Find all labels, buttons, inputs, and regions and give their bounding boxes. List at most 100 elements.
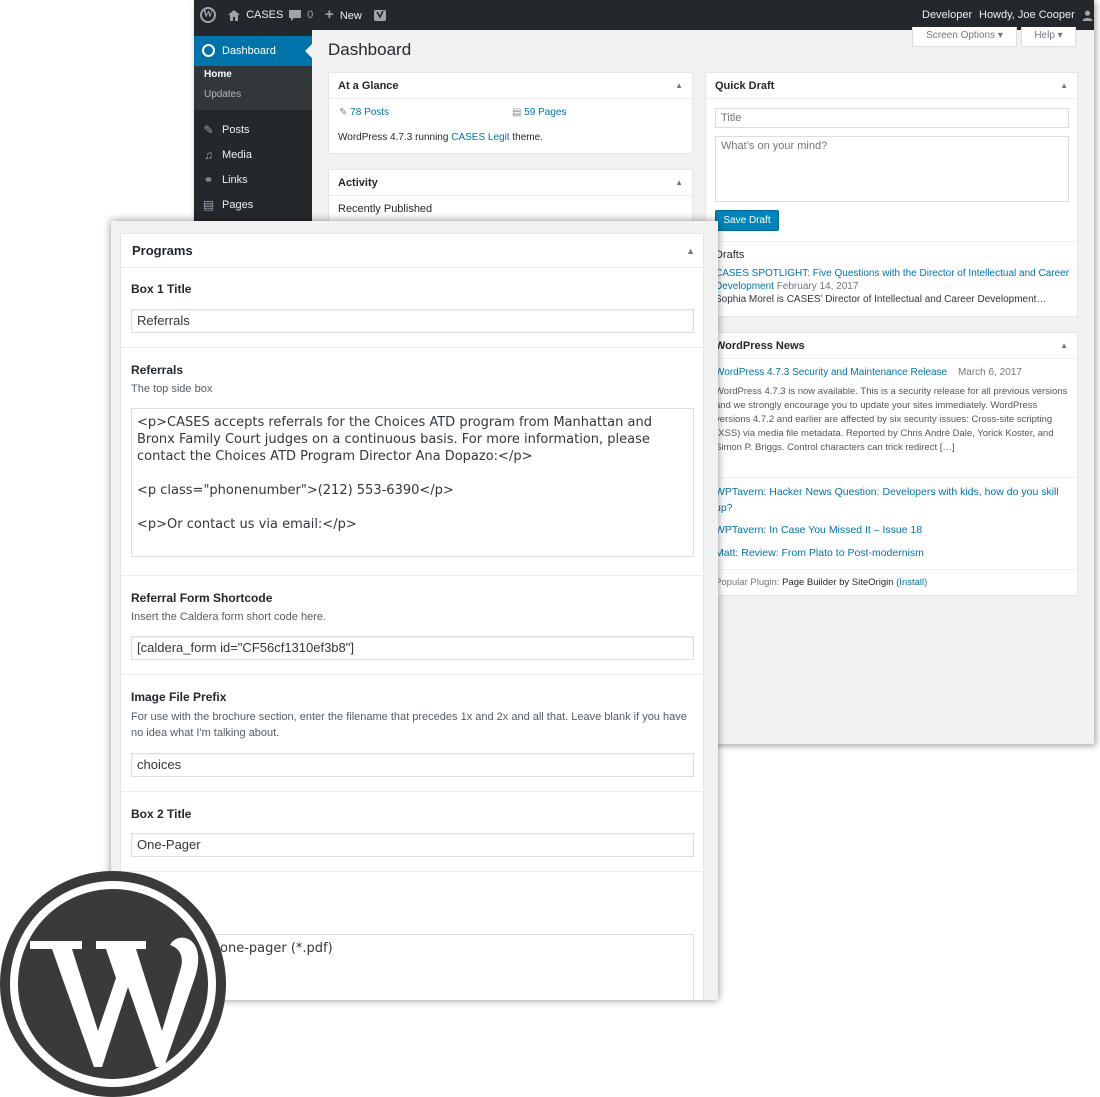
widget-header[interactable]: Quick Draft ▲ [706,73,1077,99]
comments-count: 0 [307,9,314,21]
widget-header[interactable]: WordPress News ▲ [706,333,1077,359]
box2-title-input[interactable]: One-Pager [131,833,694,857]
widget-title: Quick Draft [715,80,775,92]
divider [121,674,705,675]
page-title: Dashboard [328,40,412,59]
collapse-toggle-icon[interactable]: ▲ [686,234,695,268]
shortcode-input[interactable]: [caldera_form id="CF56cf1310ef3b8"] [131,636,694,660]
admin-bar: W CASES 0 + New Developer Howdy, Joe Coo… [194,0,1094,30]
quick-draft-widget: Quick Draft ▲ Title What’s on your mind?… [705,72,1079,317]
current-arrow [305,44,312,58]
help-button[interactable]: Help ▾ [1021,27,1076,47]
sidebar-item-dashboard[interactable]: Dashboard [194,36,312,66]
news-excerpt: WordPress 4.7.3 is now available. This i… [715,386,1068,453]
programs-header[interactable]: Programs ▲ [121,234,705,268]
box1-title-input[interactable]: Referrals [131,309,694,333]
pages-count: 59 Pages [524,107,567,118]
howdy-text: Howdy, Joe Cooper [979,9,1075,21]
install-link[interactable]: (Install) [896,577,927,588]
collapse-toggle-icon[interactable]: ▲ [1060,73,1068,99]
screen-options-button[interactable]: Screen Options ▾ [912,27,1017,47]
draft-title-link[interactable]: CASES SPOTLIGHT: Five Questions with the… [715,268,1069,292]
page-icon: ▤ [512,107,522,118]
sidebar-item-label: Pages [222,199,254,211]
sidebar-item-label: Posts [222,124,250,136]
draft-entry: CASES SPOTLIGHT: Five Questions with the… [715,267,1075,306]
widget-header[interactable]: At a Glance ▲ [329,73,692,99]
sidebar-dashboard-label: Dashboard [222,45,276,57]
news-headline-link[interactable]: WordPress 4.7.3 Security and Maintenance… [715,367,947,378]
news-link[interactable]: Matt: Review: From Plato to Post-moderni… [715,547,924,559]
draft-content-textarea[interactable]: What’s on your mind? [715,136,1069,202]
submenu-updates[interactable]: Updates [204,89,241,100]
dashboard-icon [202,44,215,57]
widget-header[interactable]: Activity ▲ [329,170,692,196]
prefix-description: For use with the brochure section, enter… [131,711,687,739]
divider [706,477,1079,478]
news-link[interactable]: WPTavern: Hacker News Question: Develope… [715,484,1070,516]
draft-title-input[interactable]: Title [715,108,1069,128]
collapse-toggle-icon[interactable]: ▲ [675,170,683,196]
prefix-label: Image File Prefix [131,690,227,704]
collapse-toggle-icon[interactable]: ▲ [675,73,683,99]
sidebar-item-media[interactable]: ♫ Media [194,143,312,168]
drafts-heading: Drafts [715,249,745,261]
news-link[interactable]: WPTavern: In Case You Missed It – Issue … [715,524,922,536]
widget-title: Activity [338,177,378,189]
shortcode-label: Referral Form Shortcode [131,591,273,605]
howdy-account[interactable]: Howdy, Joe Cooper [979,0,1093,30]
widget-title: At a Glance [338,80,399,92]
wordpress-news-widget: WordPress News ▲ WordPress 4.7.3 Securit… [705,332,1079,596]
sidebar-item-links[interactable]: ⚭ Links [194,168,312,193]
divider [121,575,705,576]
save-draft-button[interactable]: Save Draft [715,210,779,231]
link-icon: ⚭ [203,173,214,187]
pin-icon: ✎ [339,107,348,118]
version-text-end: theme. [509,132,543,143]
new-content-link[interactable]: + New [325,0,362,30]
site-name: CASES [246,9,284,21]
wordpress-logo [0,871,226,1097]
draft-date: February 14, 2017 [776,281,859,292]
divider [706,569,1079,570]
submenu-home[interactable]: Home [204,69,232,80]
shortcode-description: Insert the Caldera form short code here. [131,611,327,623]
box1-title-label: Box 1 Title [131,282,192,296]
dashboard-submenu: Home Updates [194,66,312,110]
divider [706,241,1079,242]
sidebar-item-label: Links [222,174,248,186]
divider [121,347,705,348]
sidebar-item-posts[interactable]: ✎ Posts [194,118,312,143]
posts-count-link[interactable]: ✎ 78 Posts [339,107,389,118]
popular-plugin: Popular Plugin: Page Builder by SiteOrig… [715,577,927,588]
plus-icon: + [325,6,334,23]
popular-plugin-prefix: Popular Plugin: [715,577,783,588]
widget-title: WordPress News [715,340,805,352]
news-date: March 6, 2017 [957,367,1022,378]
site-name-link[interactable]: CASES [228,0,283,30]
sidebar-item-pages[interactable]: ▤ Pages [194,193,312,218]
at-a-glance-widget: At a Glance ▲ ✎ 78 Posts ▤ 59 Pages Word… [328,72,693,154]
version-info: WordPress 4.7.3 running CASES Legit them… [338,132,543,143]
home-icon [228,9,240,21]
version-text: WordPress 4.7.3 running [338,132,452,143]
referrals-description: The top side box [131,383,213,395]
pin-icon: ✎ [203,123,214,137]
theme-link[interactable]: CASES Legit [451,132,509,143]
posts-count: 78 Posts [350,107,390,118]
news-headline-row: WordPress 4.7.3 Security and Maintenance… [715,367,1022,378]
developer-label[interactable]: Developer [922,0,972,30]
activity-widget: Activity ▲ Recently Published [328,169,693,229]
programs-title: Programs [132,243,193,258]
wordpress-icon[interactable]: W [200,7,216,23]
referrals-textarea[interactable]: <p>CASES accepts referrals for the Choic… [131,408,694,557]
comments-link[interactable]: 0 [289,0,313,30]
pages-count-link[interactable]: ▤ 59 Pages [512,107,567,118]
media-icon: ♫ [204,148,213,162]
yoast-icon[interactable] [374,0,386,30]
popular-plugin-name[interactable]: Page Builder by SiteOrigin [782,577,893,588]
new-label: New [339,10,362,22]
collapse-toggle-icon[interactable]: ▲ [1060,333,1068,359]
referrals-label: Referrals [131,363,184,377]
prefix-input[interactable]: choices [131,753,694,777]
